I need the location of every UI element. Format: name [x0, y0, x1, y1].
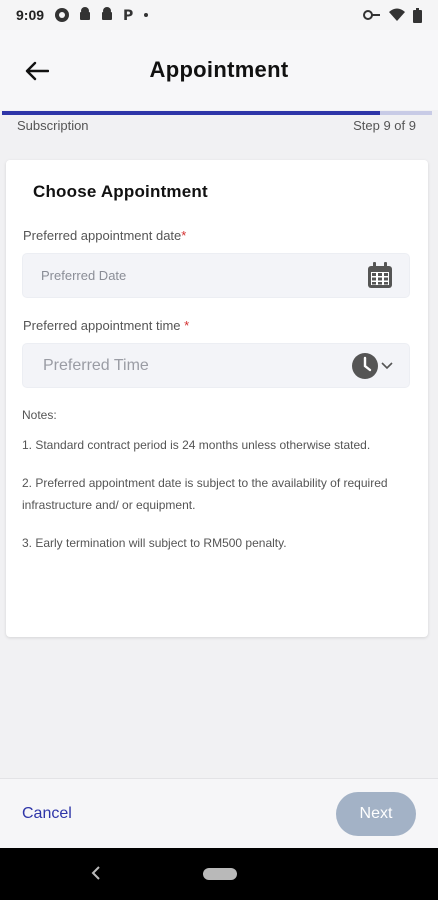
appointment-card: Choose Appointment Preferred appointment… — [6, 160, 428, 637]
nav-back-icon[interactable] — [88, 864, 106, 882]
note-item: 1. Standard contract period is 24 months… — [22, 438, 371, 452]
notification-icons: P — [54, 7, 149, 23]
calendar-icon[interactable] — [367, 262, 393, 289]
cancel-button[interactable]: Cancel — [22, 805, 72, 823]
preferred-date-input[interactable]: Preferred Date — [22, 253, 410, 298]
battery-icon — [413, 7, 422, 23]
back-button[interactable] — [20, 56, 54, 86]
card-title: Choose Appointment — [33, 182, 208, 201]
step-counter: Step 9 of 9 — [353, 118, 416, 133]
app-notification-icon — [55, 8, 70, 22]
wifi-icon — [389, 8, 405, 21]
section-label: Subscription — [17, 118, 89, 133]
notes-heading: Notes: — [22, 408, 57, 422]
parking-icon: P — [123, 8, 133, 23]
android-icon — [80, 7, 91, 20]
notes-section: Notes: 1. Standard contract period is 24… — [22, 404, 412, 554]
time-field-label: Preferred appointment time * — [23, 318, 412, 333]
system-icons — [363, 7, 422, 23]
more-notifications-icon — [144, 13, 149, 17]
preferred-time-select[interactable]: Preferred Time — [22, 343, 410, 388]
required-marker: * — [184, 318, 190, 333]
system-navigation-bar — [0, 848, 438, 900]
clock-icon — [352, 352, 378, 379]
page-title: Appointment — [149, 57, 289, 82]
note-item: 2. Preferred appointment date is subject… — [22, 476, 388, 512]
app-bar: Appointment — [0, 30, 438, 110]
date-field-label: Preferred appointment date* — [23, 228, 412, 243]
status-bar: 9:09 P — [0, 0, 438, 30]
svg-text:P: P — [123, 8, 133, 23]
android-icon — [102, 7, 113, 20]
date-label-text: Preferred appointment date — [23, 228, 182, 243]
nav-home-pill[interactable] — [203, 868, 237, 880]
note-item: 3. Early termination will subject to RM5… — [22, 536, 287, 550]
bottom-action-bar: Cancel Next — [0, 778, 438, 848]
time-placeholder: Preferred Time — [43, 356, 149, 374]
required-marker: * — [181, 228, 187, 243]
chevron-down-icon — [381, 361, 393, 369]
date-placeholder: Preferred Date — [41, 268, 127, 283]
step-progress-fill — [2, 111, 381, 115]
vpn-key-icon — [363, 10, 380, 20]
status-time: 9:09 — [16, 7, 45, 23]
time-label-text: Preferred appointment time — [23, 318, 185, 333]
arrow-back-icon — [25, 61, 49, 81]
progress-labels: Subscription Step 9 of 9 — [0, 118, 438, 140]
step-progress-bar — [2, 111, 432, 115]
next-button[interactable]: Next — [336, 791, 416, 836]
